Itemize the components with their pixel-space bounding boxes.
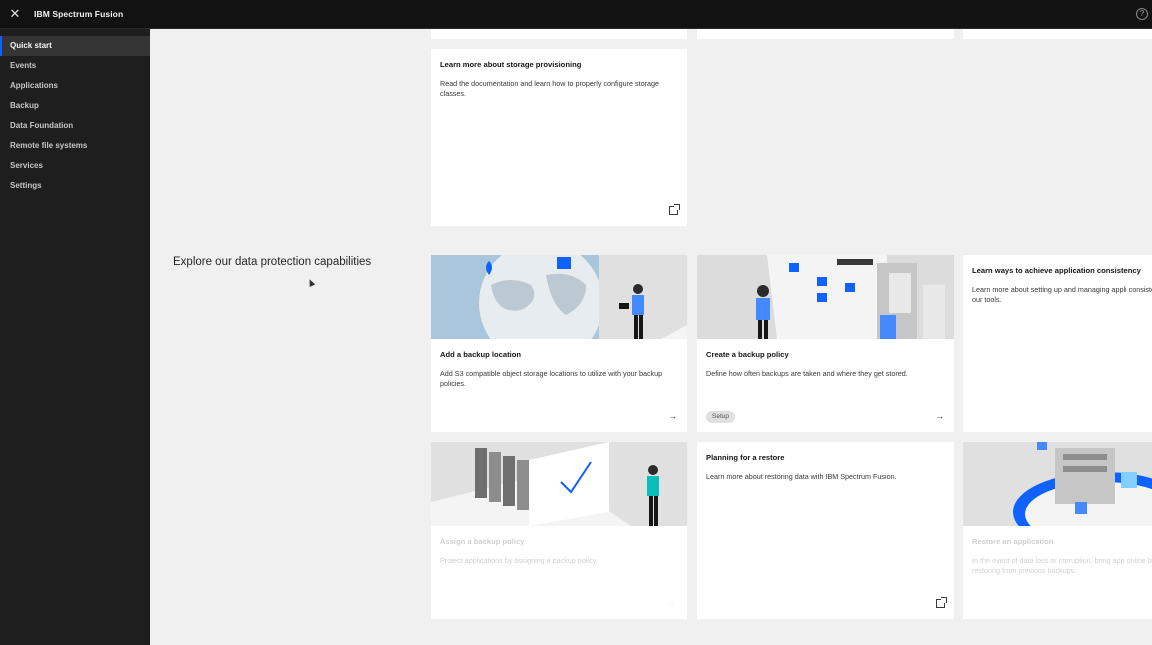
sidebar-item-remote-file-systems[interactable]: Remote file systems xyxy=(0,136,150,156)
sidebar-item-backup[interactable]: Backup xyxy=(0,96,150,116)
card-restore-application[interactable]: Restore an application In the event of d… xyxy=(963,442,1152,619)
app-title: IBM Spectrum Fusion xyxy=(34,9,124,19)
close-icon[interactable]: ✕ xyxy=(8,6,22,22)
sidebar-item-quick-start[interactable]: Quick start xyxy=(0,36,150,56)
card-title: Learn ways to achieve application consis… xyxy=(972,266,1141,275)
sidebar: Quick start Events Applications Backup D… xyxy=(0,29,150,645)
card-description: In the event of data loss or corruption,… xyxy=(972,556,1152,575)
card-description: Protect applications by assigning a back… xyxy=(440,556,598,565)
card-partial-top-2[interactable] xyxy=(697,29,954,39)
sidebar-item-services[interactable]: Services xyxy=(0,156,150,176)
card-partial-top-3[interactable] xyxy=(963,29,1152,39)
arrow-right-icon[interactable]: → xyxy=(668,411,678,421)
card-description: Learn more about restoring data with IBM… xyxy=(706,472,897,481)
card-add-backup-location[interactable]: Add a backup location Add S3 compatible … xyxy=(431,255,687,432)
sidebar-item-events[interactable]: Events xyxy=(0,56,150,76)
help-icon[interactable]: ? xyxy=(1136,8,1148,20)
card-title: Learn more about storage provisioning xyxy=(440,60,582,69)
card-title: Create a backup policy xyxy=(706,350,789,359)
card-title: Assign a backup policy xyxy=(440,537,525,546)
mouse-cursor-icon xyxy=(306,278,316,287)
card-description: Define how often backups are taken and w… xyxy=(706,369,908,378)
top-bar: ✕ IBM Spectrum Fusion ? xyxy=(0,0,1152,29)
backup-policy-illustration xyxy=(697,255,954,339)
external-link-icon[interactable] xyxy=(936,597,947,608)
section-title: Explore our data protection capabilities xyxy=(173,256,372,268)
card-description: Add S3 compatible object storage locatio… xyxy=(440,369,663,388)
card-planning-restore[interactable]: Planning for a restore Learn more about … xyxy=(697,442,954,619)
restore-illustration xyxy=(963,442,1152,526)
card-title: Add a backup location xyxy=(440,350,522,359)
card-description: Learn more about setting up and managing… xyxy=(972,285,1152,304)
globe-illustration xyxy=(431,255,687,339)
card-assign-backup-policy[interactable]: Assign a backup policy Protect applicati… xyxy=(431,442,687,619)
sidebar-item-applications[interactable]: Applications xyxy=(0,76,150,96)
external-link-icon[interactable] xyxy=(669,204,680,215)
lock-icon: ◌ xyxy=(668,598,674,608)
sidebar-item-data-foundation[interactable]: Data Foundation xyxy=(0,116,150,136)
setup-tag: Setup xyxy=(706,411,735,423)
card-create-backup-policy[interactable]: Create a backup policy Define how often … xyxy=(697,255,954,432)
card-description: Read the documentation and learn how to … xyxy=(440,79,659,98)
card-title: Restore an application xyxy=(972,537,1054,546)
card-application-consistency[interactable]: Learn ways to achieve application consis… xyxy=(963,255,1152,432)
card-partial-top-1[interactable] xyxy=(431,29,687,39)
card-storage-provisioning[interactable]: Learn more about storage provisioning Re… xyxy=(431,49,687,226)
assign-policy-illustration xyxy=(431,442,687,526)
card-title: Planning for a restore xyxy=(706,453,785,462)
arrow-right-icon[interactable]: → xyxy=(935,411,945,421)
sidebar-item-settings[interactable]: Settings xyxy=(0,176,150,196)
main-content: Learn more about storage provisioning Re… xyxy=(150,29,1152,645)
